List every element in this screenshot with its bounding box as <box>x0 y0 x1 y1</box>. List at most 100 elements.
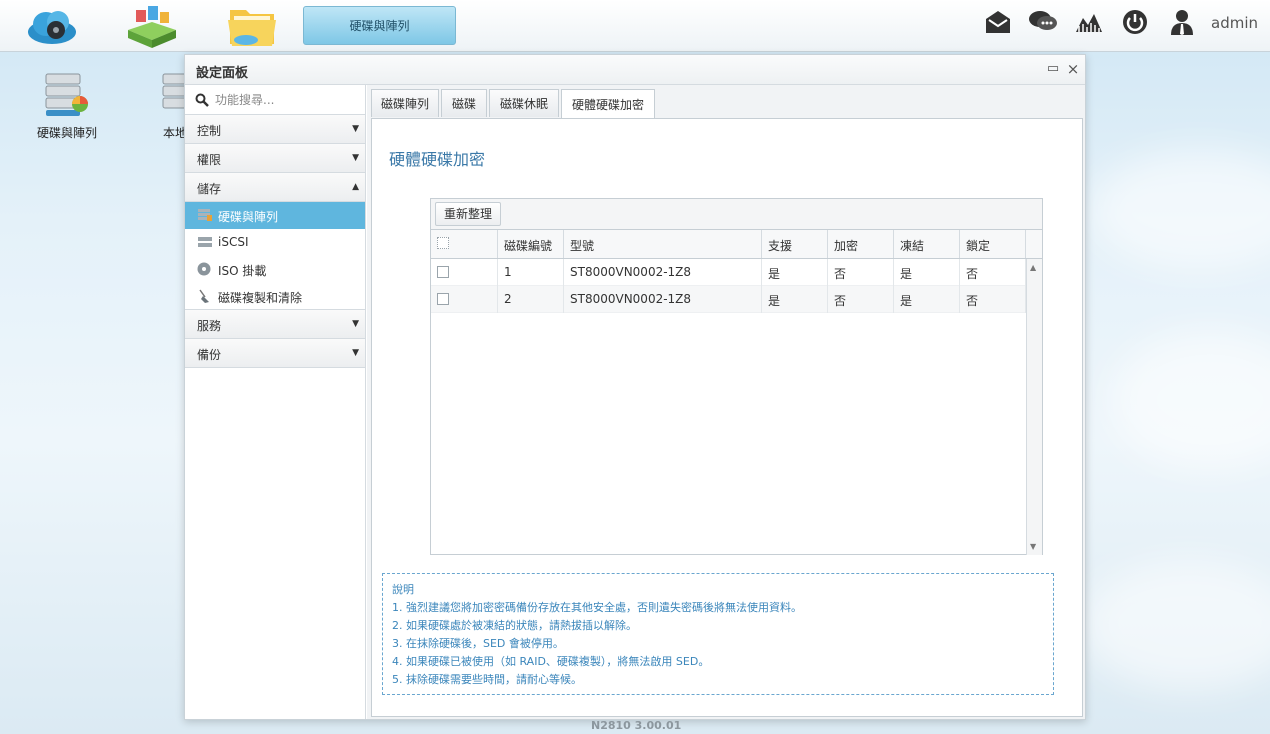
sidebar-item-iscsi[interactable]: iSCSI <box>185 229 365 256</box>
tab-label: 磁碟陣列 <box>380 97 429 111</box>
cloud-drive-icon[interactable] <box>26 4 78 48</box>
encryption-panel: 硬體硬碟加密 重新整理 磁碟編號 型號 支援 加密 凍結 鎖定 1 ST8000… <box>371 118 1083 717</box>
app-center-icon[interactable] <box>126 4 178 48</box>
frozen-value: 是 <box>894 259 960 286</box>
grid-toolbar: 重新整理 <box>431 199 1042 230</box>
sidebar-category-backup[interactable]: 備份 ▼ <box>185 339 365 368</box>
scroll-down-icon[interactable]: ▼ <box>1030 542 1036 551</box>
encrypted-value: 否 <box>828 286 894 313</box>
chevron-down-icon: ▼ <box>352 348 359 358</box>
note-line: 4. 如果硬碟已被使用（如 RAID、硬碟複製），將無法啟用 SED。 <box>392 655 710 668</box>
category-label: 儲存 <box>197 182 222 196</box>
encrypted-value: 否 <box>828 259 894 286</box>
disk-number: 2 <box>498 286 564 313</box>
mountain-icon[interactable] <box>1075 8 1103 36</box>
category-label: 服務 <box>197 319 222 333</box>
chevron-down-icon: ▼ <box>352 319 359 329</box>
tab-label: 硬體硬碟加密 <box>571 98 644 112</box>
file-manager-icon[interactable] <box>226 4 278 48</box>
username-label[interactable]: admin <box>1211 14 1258 32</box>
tab-disk-sleep[interactable]: 磁碟休眠 <box>489 89 559 117</box>
panel-title: 硬體硬碟加密 <box>389 150 486 169</box>
desktop-item-raid[interactable]: 硬碟與陣列 <box>22 72 112 141</box>
note-line: 3. 在抹除硬碟後，SED 會被停用。 <box>392 637 564 650</box>
notes-box: 說明 1. 強烈建議您將加密密碼備份存放在其他安全處，否則遺失密碼後將無法使用資… <box>382 573 1054 695</box>
sidebar-item-disk-array[interactable]: 硬碟與陣列 <box>185 202 365 229</box>
desktop-item-label: 本地 <box>163 126 185 140</box>
maximize-icon[interactable]: ▭ <box>1045 61 1061 77</box>
search-icon <box>195 93 209 107</box>
note-line: 1. 強烈建議您將加密密碼備份存放在其他安全處，否則遺失密碼後將無法使用資料。 <box>392 601 802 614</box>
category-label: 權限 <box>197 153 222 167</box>
raid-storage-icon <box>42 72 92 118</box>
mail-icon[interactable] <box>984 8 1012 36</box>
user-icon[interactable] <box>1168 8 1196 36</box>
sidebar-category-privilege[interactable]: 權限 ▼ <box>185 144 365 173</box>
active-app-label: 硬碟與陣列 <box>349 19 410 33</box>
local-storage-icon <box>161 72 185 118</box>
grid-scrollbar[interactable]: ▲ ▼ <box>1026 259 1042 555</box>
disk-array-icon <box>198 209 212 221</box>
search-input[interactable] <box>215 90 355 110</box>
sidebar-category-control[interactable]: 控制 ▼ <box>185 115 365 144</box>
column-header[interactable]: 支援 <box>762 230 828 258</box>
supported-value: 是 <box>762 286 828 313</box>
settings-window: 設定面板 ▭ × 控制 ▼ 權限 ▼ 儲存 ▲ 硬 <box>184 54 1086 720</box>
iscsi-icon <box>198 237 212 247</box>
refresh-button[interactable]: 重新整理 <box>435 202 502 226</box>
column-header[interactable]: 凍結 <box>894 230 960 258</box>
grid-header: 磁碟編號 型號 支援 加密 凍結 鎖定 <box>431 230 1042 259</box>
tab-disk-array[interactable]: 磁碟陣列 <box>371 89 439 117</box>
scroll-up-icon[interactable]: ▲ <box>1030 263 1036 272</box>
column-header[interactable]: 加密 <box>828 230 894 258</box>
desktop-item-local[interactable]: 本地 <box>139 72 185 141</box>
locked-value: 否 <box>960 286 1026 313</box>
sidebar-category-service[interactable]: 服務 ▼ <box>185 310 365 339</box>
tab-label: 磁碟 <box>451 97 476 111</box>
category-label: 控制 <box>197 124 222 138</box>
row-checkbox[interactable] <box>437 293 449 305</box>
broom-icon <box>199 289 209 303</box>
notes-title: 說明 <box>392 583 414 596</box>
sidebar-item-iso-mount[interactable]: ISO 掛載 <box>185 256 365 283</box>
chevron-up-icon: ▲ <box>352 182 359 192</box>
chevron-down-icon: ▼ <box>352 124 359 134</box>
row-checkbox[interactable] <box>437 266 449 278</box>
sidebar-category-storage[interactable]: 儲存 ▲ <box>185 173 365 202</box>
column-header[interactable]: 磁碟編號 <box>498 230 564 258</box>
note-line: 2. 如果硬碟處於被凍結的狀態，請熱拔插以解除。 <box>392 619 637 632</box>
settings-sidebar: 控制 ▼ 權限 ▼ 儲存 ▲ 硬碟與陣列 iSCSI <box>185 85 366 719</box>
taskbar: 硬碟與陣列 admin <box>0 0 1270 52</box>
desktop-item-label: 硬碟與陣列 <box>36 126 97 140</box>
function-search <box>185 85 365 115</box>
tab-label: 磁碟休眠 <box>499 97 548 111</box>
sidebar-item-label: ISO 掛載 <box>218 264 267 278</box>
grid-body: 1 ST8000VN0002-1Z8 是 否 是 否 2 ST8000VN000… <box>431 259 1026 555</box>
disk-number: 1 <box>498 259 564 286</box>
tab-hardware-encryption[interactable]: 硬體硬碟加密 <box>561 89 655 119</box>
active-app-tab[interactable]: 硬碟與陣列 <box>303 6 456 45</box>
sidebar-item-disk-clone[interactable]: 磁碟複製和清除 <box>185 283 365 310</box>
sidebar-item-label: iSCSI <box>218 235 249 249</box>
table-row[interactable]: 2 ST8000VN0002-1Z8 是 否 是 否 <box>431 286 1026 313</box>
window-title: 設定面板 <box>196 66 249 81</box>
table-row[interactable]: 1 ST8000VN0002-1Z8 是 否 是 否 <box>431 259 1026 286</box>
sidebar-item-label: 磁碟複製和清除 <box>218 291 303 305</box>
select-all-checkbox[interactable] <box>437 237 449 249</box>
close-icon[interactable]: × <box>1065 61 1081 77</box>
chat-icon[interactable] <box>1028 8 1057 36</box>
tab-disk[interactable]: 磁碟 <box>441 89 487 117</box>
disk-grid: 重新整理 磁碟編號 型號 支援 加密 凍結 鎖定 1 ST8000VN0002-… <box>430 198 1043 555</box>
content-area: 磁碟陣列 磁碟 磁碟休眠 硬體硬碟加密 硬體硬碟加密 重新整理 磁碟編號 型號 … <box>367 85 1085 719</box>
column-header[interactable]: 鎖定 <box>960 230 1026 258</box>
window-titlebar[interactable]: 設定面板 ▭ × <box>185 55 1085 85</box>
iso-disc-icon <box>197 262 211 276</box>
power-icon[interactable] <box>1121 8 1149 36</box>
locked-value: 否 <box>960 259 1026 286</box>
supported-value: 是 <box>762 259 828 286</box>
category-label: 備份 <box>197 348 222 362</box>
disk-model: ST8000VN0002-1Z8 <box>564 259 762 286</box>
frozen-value: 是 <box>894 286 960 313</box>
header-select-all <box>431 230 498 258</box>
column-header[interactable]: 型號 <box>564 230 762 258</box>
